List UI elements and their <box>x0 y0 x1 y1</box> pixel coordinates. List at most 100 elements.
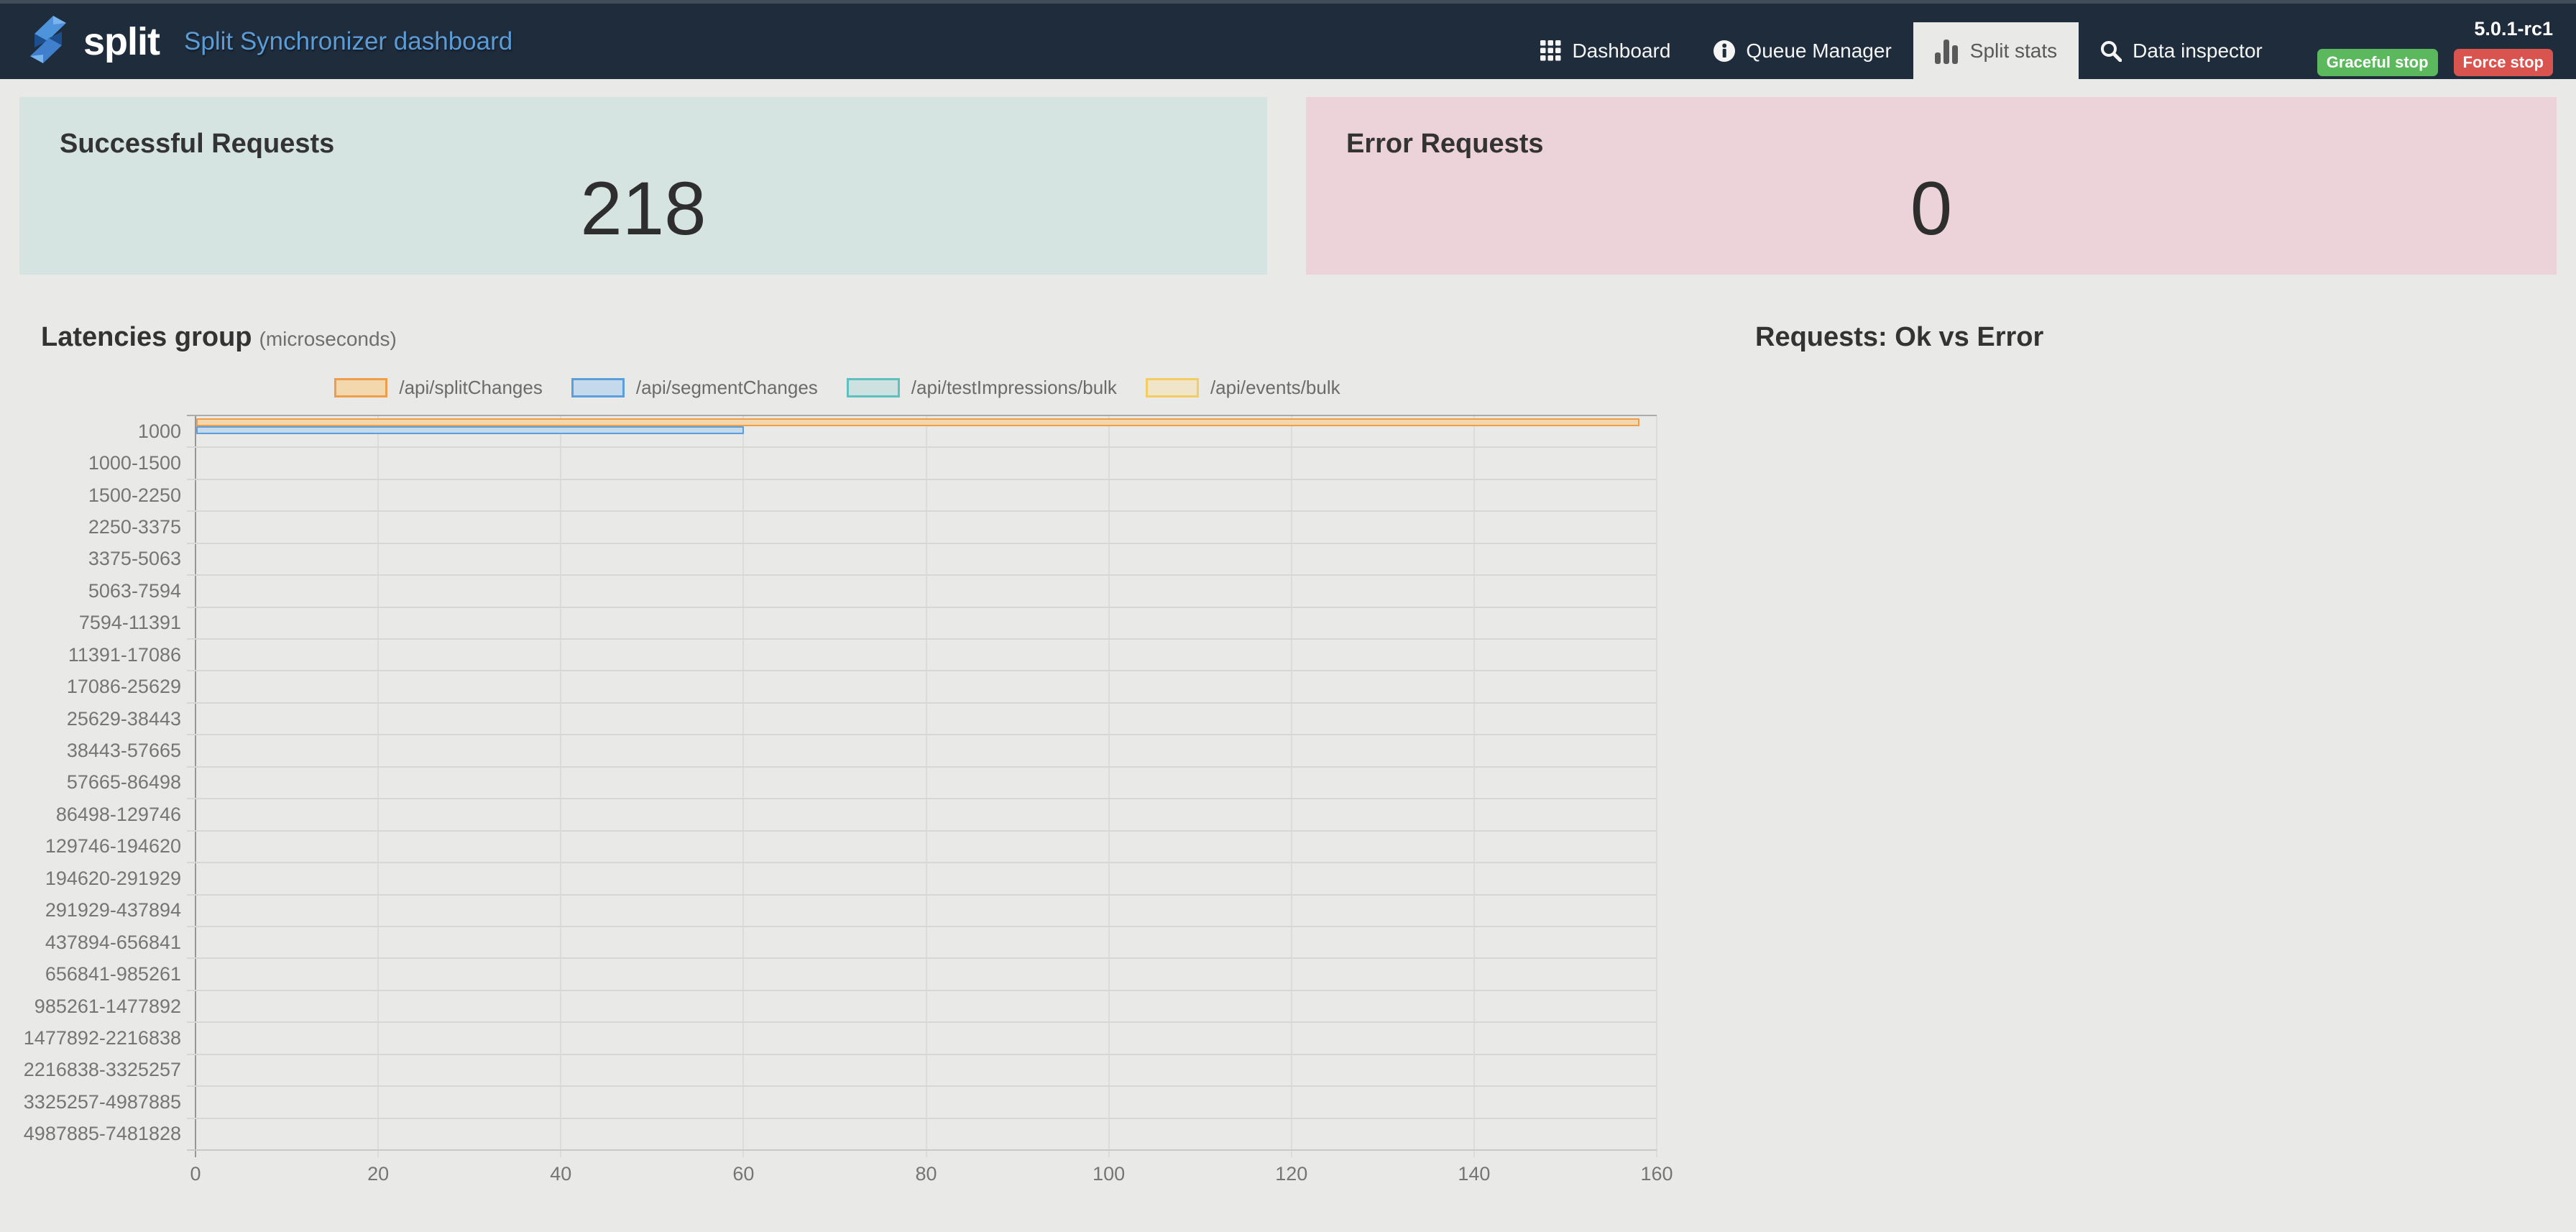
gridline-horizontal <box>187 574 1657 576</box>
gridline-horizontal <box>187 926 1657 927</box>
bar-chart-icon <box>1935 38 1959 64</box>
search-icon <box>2100 40 2122 62</box>
legend-item[interactable]: /api/events/bulk <box>1146 377 1340 399</box>
gridline-horizontal <box>187 766 1657 768</box>
graceful-stop-button[interactable]: Graceful stop <box>2317 49 2438 76</box>
gridline-horizontal <box>187 702 1657 704</box>
brand-name: split <box>83 19 160 64</box>
nav-label: Data inspector <box>2133 40 2263 63</box>
y-axis-tick-label: 1500-2250 <box>0 479 181 511</box>
y-axis-tick-label: 25629-38443 <box>0 703 181 735</box>
legend-label: /api/segmentChanges <box>636 377 818 399</box>
legend-swatch <box>847 378 900 397</box>
gridline-horizontal <box>187 894 1657 896</box>
card-title: Successful Requests <box>60 129 1227 160</box>
card-title: Error Requests <box>1346 129 2516 160</box>
y-axis-line <box>195 415 196 1157</box>
gridline-vertical <box>560 415 561 1157</box>
gridline-horizontal <box>187 607 1657 608</box>
info-icon <box>1714 40 1735 62</box>
y-axis-tick-label: 2216838-3325257 <box>0 1054 181 1086</box>
gridline-horizontal <box>187 638 1657 640</box>
nav-right-group: 5.0.1-rc1 Graceful stop Force stop <box>2317 18 2553 79</box>
plot-top-border <box>187 415 1657 416</box>
version-label: 5.0.1-rc1 <box>2474 18 2553 40</box>
nav-item-split-stats[interactable]: Split stats <box>1913 22 2079 79</box>
main-nav: Dashboard Queue Manager <box>1519 4 2283 79</box>
latencies-bar-chart: 02040608010012014016010001000-15001500-2… <box>0 415 1675 1206</box>
legend-swatch <box>1146 378 1199 397</box>
nav-item-dashboard[interactable]: Dashboard <box>1519 22 1692 79</box>
app-title: Split Synchronizer dashboard <box>184 27 512 56</box>
gridline-vertical <box>1656 415 1657 1157</box>
x-axis-tick-label: 0 <box>152 1163 239 1185</box>
y-axis-tick-label: 86498-129746 <box>0 799 181 830</box>
x-axis-tick-label: 20 <box>335 1163 421 1185</box>
gridline-horizontal <box>187 862 1657 863</box>
successful-requests-value: 218 <box>60 171 1227 247</box>
gridline-horizontal <box>187 543 1657 544</box>
error-requests-value: 0 <box>1346 171 2516 247</box>
gridline-vertical <box>1108 415 1110 1157</box>
y-axis-tick-label: 1000-1500 <box>0 447 181 479</box>
nav-label: Dashboard <box>1572 40 1670 63</box>
nav-label: Split stats <box>1970 40 2057 63</box>
brand[interactable]: split Split Synchronizer dashboard <box>27 4 512 79</box>
y-axis-tick-label: 38443-57665 <box>0 735 181 766</box>
gridline-horizontal <box>187 670 1657 671</box>
nav-item-queue-manager[interactable]: Queue Manager <box>1692 22 1913 79</box>
grid-icon <box>1540 40 1561 61</box>
legend-label: /api/splitChanges <box>399 377 542 399</box>
gridline-horizontal <box>187 1054 1657 1055</box>
x-axis-tick-label: 80 <box>883 1163 970 1185</box>
legend-label: /api/testImpressions/bulk <box>911 377 1117 399</box>
nav-label: Queue Manager <box>1746 40 1891 63</box>
navbar: split Split Synchronizer dashboard Dashb… <box>0 0 2576 79</box>
chart-legend: /api/splitChanges/api/segmentChanges/api… <box>0 377 1675 399</box>
split-logo-icon <box>27 14 69 68</box>
y-axis-tick-label: 291929-437894 <box>0 895 181 927</box>
bar-api-segmentChanges <box>196 426 744 434</box>
y-axis-tick-label: 4987885-7481828 <box>0 1118 181 1150</box>
legend-item[interactable]: /api/splitChanges <box>334 377 542 399</box>
y-axis-tick-label: 437894-656841 <box>0 927 181 958</box>
y-axis-tick-label: 57665-86498 <box>0 767 181 799</box>
x-axis-tick-label: 60 <box>700 1163 786 1185</box>
latencies-title-unit: (microseconds) <box>259 328 397 350</box>
y-axis-tick-label: 11391-17086 <box>0 639 181 671</box>
legend-swatch <box>334 378 387 397</box>
gridline-horizontal <box>187 1085 1657 1087</box>
x-axis-tick-label: 40 <box>518 1163 604 1185</box>
gridline-horizontal <box>187 1149 1657 1151</box>
gridline-vertical <box>742 415 744 1157</box>
y-axis-tick-label: 985261-1477892 <box>0 990 181 1022</box>
legend-swatch <box>571 378 625 397</box>
requests-chart-title: Requests: Ok vs Error <box>1755 322 2043 353</box>
latencies-chart-title: Latencies group (microseconds) <box>41 322 397 353</box>
x-axis-tick-label: 140 <box>1431 1163 1517 1185</box>
legend-item[interactable]: /api/segmentChanges <box>571 377 818 399</box>
gridline-horizontal <box>187 1118 1657 1119</box>
y-axis-tick-label: 2250-3375 <box>0 511 181 543</box>
y-axis-tick-label: 7594-11391 <box>0 607 181 639</box>
nav-item-data-inspector[interactable]: Data inspector <box>2079 22 2284 79</box>
force-stop-button[interactable]: Force stop <box>2454 49 2553 76</box>
gridline-horizontal <box>187 479 1657 480</box>
x-axis-tick-label: 120 <box>1248 1163 1335 1185</box>
x-axis-tick-label: 100 <box>1066 1163 1152 1185</box>
legend-label: /api/events/bulk <box>1210 377 1340 399</box>
legend-item[interactable]: /api/testImpressions/bulk <box>847 377 1117 399</box>
y-axis-tick-label: 17086-25629 <box>0 671 181 702</box>
gridline-vertical <box>1473 415 1475 1157</box>
gridline-vertical <box>926 415 927 1157</box>
successful-requests-card: Successful Requests 218 <box>19 97 1267 275</box>
gridline-vertical <box>1291 415 1292 1157</box>
y-axis-tick-label: 5063-7594 <box>0 575 181 607</box>
bar-api-splitChanges <box>196 418 1639 426</box>
y-axis-tick-label: 1000 <box>0 415 181 447</box>
gridline-horizontal <box>187 446 1657 448</box>
gridline-horizontal <box>187 510 1657 512</box>
gridline-horizontal <box>187 957 1657 959</box>
latencies-title-text: Latencies group <box>41 322 252 352</box>
y-axis-tick-label: 3325257-4987885 <box>0 1086 181 1118</box>
